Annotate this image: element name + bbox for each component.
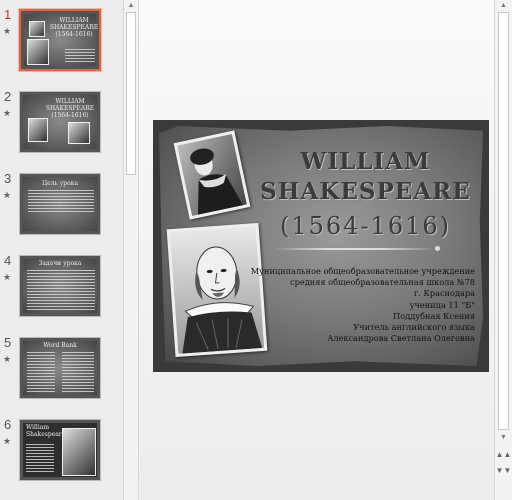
title-divider [273, 248, 435, 250]
animation-star-icon: ★ [3, 190, 12, 200]
scroll-up-arrow-icon[interactable]: ▲ [495, 0, 512, 12]
slide-number: 1 [4, 7, 12, 22]
animation-star-icon: ★ [3, 436, 12, 446]
slide-number: 2 [4, 89, 12, 104]
thumbnail-row-4[interactable]: 4 ★ Задачи урока [0, 253, 123, 325]
thumbnail-title: William Shakespeare [26, 424, 66, 438]
slide-number: 4 [4, 253, 12, 268]
scroll-up-arrow-icon[interactable]: ▲ [124, 0, 138, 12]
current-slide[interactable]: WILLIAM SHAKESPEARE (1564-1616) Муниципа… [153, 120, 489, 372]
slide-title-line-1: WILLIAM [300, 148, 431, 175]
shakespeare-portrait-image [166, 222, 268, 358]
thumbnail-row-5[interactable]: 5 ★ Word Bank [0, 335, 123, 407]
slide-thumbnail-6[interactable]: William Shakespeare [19, 419, 101, 481]
previous-slide-button[interactable]: ▲▲ [495, 450, 512, 460]
animation-star-icon: ★ [3, 272, 12, 282]
slide-title-line-3: (1564-1616) [280, 212, 451, 240]
scroll-down-arrow-icon[interactable]: ▼ [495, 432, 512, 444]
info-line-student-class: ученица 11 "Б" [409, 300, 475, 310]
info-line-teacher-role: Учитель английского языка [353, 322, 475, 332]
thumbnail-title: Задачи урока [38, 260, 82, 267]
thumbnail-row-2[interactable]: 2 ★ WILLIAM SHAKESPEARE (1564-1616) [0, 89, 123, 161]
slide-thumbnail-3[interactable]: Цель урока [19, 173, 101, 235]
thumbnail-row-1[interactable]: 1 ★ WILLIAM SHAKESPEARE (1564-1616) [0, 7, 123, 79]
info-line-city: г. Краснодара [414, 288, 475, 298]
slide-thumbnail-5[interactable]: Word Bank [19, 337, 101, 399]
info-line-student-name: Поддубная Ксения [393, 311, 475, 321]
info-line-school-1: Муниципальное общеобразовательное учрежд… [250, 266, 475, 276]
animation-star-icon: ★ [3, 354, 12, 364]
slide-thumbnail-4[interactable]: Задачи урока [19, 255, 101, 317]
slide-number: 6 [4, 417, 12, 432]
slide-thumbnail-2[interactable]: WILLIAM SHAKESPEARE (1564-1616) [19, 91, 101, 153]
thumbnail-title: WILLIAM SHAKESPEARE (1564-1616) [45, 98, 95, 119]
slide-number: 3 [4, 171, 12, 186]
thumbnail-title: WILLIAM SHAKESPEARE (1564-1616) [49, 17, 99, 38]
animation-star-icon: ★ [3, 108, 12, 118]
thumbnail-row-3[interactable]: 3 ★ Цель урока [0, 171, 123, 243]
slide-thumbnail-1[interactable]: WILLIAM SHAKESPEARE (1564-1616) [19, 9, 101, 71]
thumbnails-scrollbar[interactable]: ▲ [123, 0, 139, 500]
animation-star-icon: ★ [3, 26, 12, 36]
scrollbar-thumb[interactable] [498, 12, 509, 430]
next-slide-button[interactable]: ▼▼ [495, 466, 512, 476]
thumbnail-title: Word Bank [43, 342, 77, 349]
slide-editing-area: WILLIAM SHAKESPEARE (1564-1616) Муниципа… [139, 0, 494, 500]
info-line-school-2: средняя общеобразовательная школа №78 [290, 277, 475, 287]
title-divider-dot [435, 246, 440, 251]
thumbnail-title: Цель урока [41, 180, 79, 187]
scrollbar-thumb[interactable] [126, 12, 136, 175]
slide-title-line-2: SHAKESPEARE [260, 178, 471, 205]
slide-thumbnails-pane: 1 ★ WILLIAM SHAKESPEARE (1564-1616) 2 ★ … [0, 0, 123, 500]
info-line-teacher-name: Александрова Светлана Олеговна [327, 333, 475, 343]
slide-scrollbar[interactable]: ▲ ▼ ▲▲ ▼▼ [494, 0, 512, 500]
thumbnail-row-6[interactable]: 6 ★ William Shakespeare [0, 417, 123, 489]
slide-number: 5 [4, 335, 12, 350]
